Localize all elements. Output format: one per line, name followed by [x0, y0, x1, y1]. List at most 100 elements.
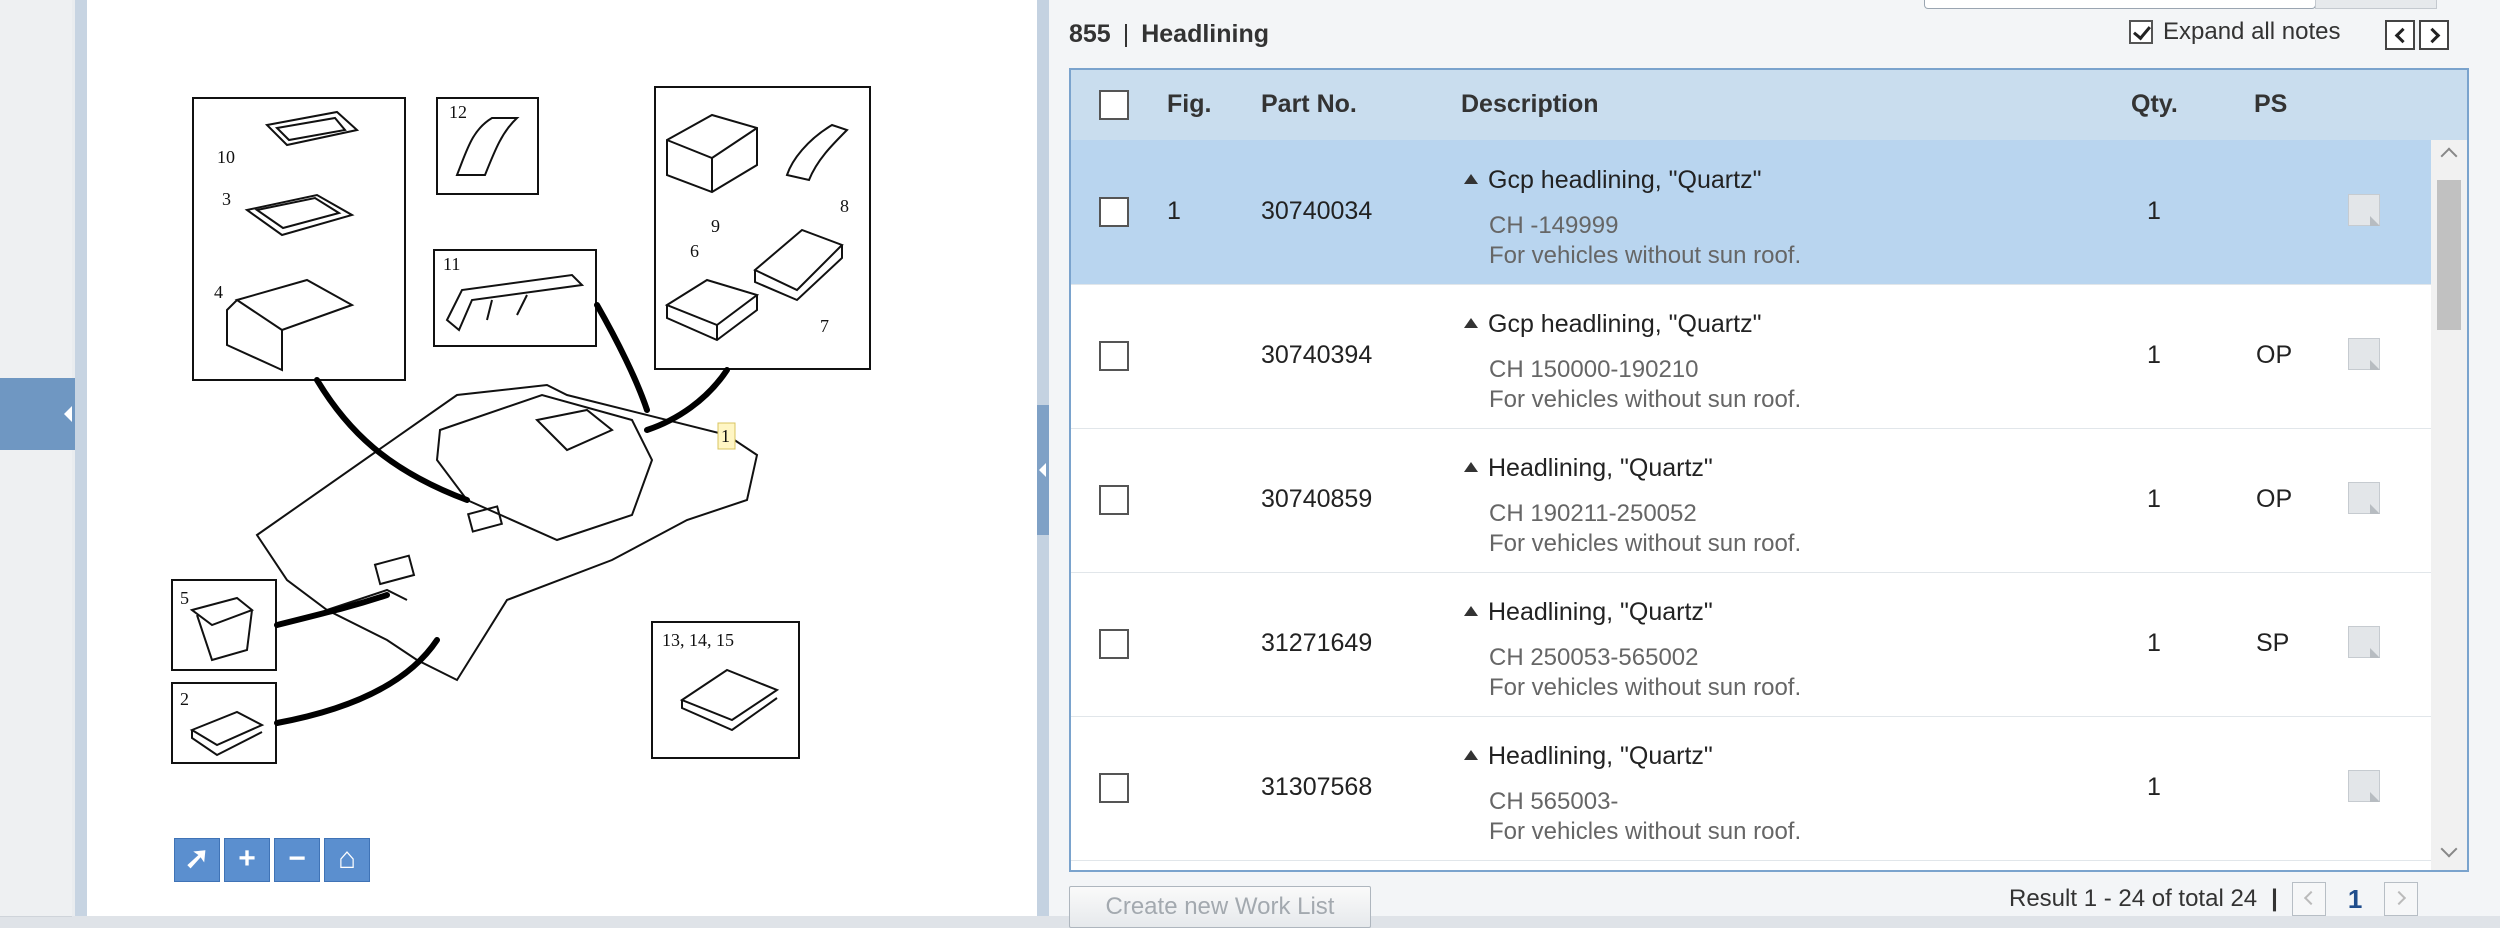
- row-ps: OP: [2256, 485, 2293, 513]
- create-work-list-button[interactable]: Create new Work List: [1069, 886, 1371, 928]
- sidebar-cell[interactable]: [0, 695, 72, 751]
- sidebar-cell[interactable]: [0, 205, 72, 261]
- expand-triangle-icon[interactable]: [1464, 750, 1478, 760]
- row-part-no: 31271649: [1261, 629, 1373, 657]
- row-note: For vehicles without sun roof.: [1489, 386, 1802, 413]
- table-row[interactable]: 31271649 Headlining, "Quartz" CH 250053-…: [1071, 572, 2431, 717]
- row-description[interactable]: Gcp headlining, "Quartz": [1464, 310, 1761, 339]
- scroll-down-icon[interactable]: [2440, 840, 2458, 858]
- callout-3: 3: [222, 189, 231, 209]
- left-sidebar: [0, 0, 87, 917]
- row-checkbox[interactable]: [1099, 485, 1129, 515]
- table-scrollbar[interactable]: [2431, 140, 2467, 870]
- expand-triangle-icon[interactable]: [1464, 318, 1478, 328]
- col-fig[interactable]: Fig.: [1167, 90, 1211, 119]
- callout-4: 4: [214, 282, 223, 302]
- title-separator: |: [1122, 20, 1130, 48]
- note-icon[interactable]: [2348, 482, 2380, 514]
- scroll-up-icon[interactable]: [2440, 147, 2458, 165]
- row-qty: 1: [2147, 341, 2161, 369]
- col-part-no[interactable]: Part No.: [1261, 90, 1357, 119]
- row-description[interactable]: Headlining, "Quartz": [1464, 598, 1713, 627]
- next-page-icon[interactable]: [2384, 882, 2419, 916]
- col-qty[interactable]: Qty.: [2131, 90, 2178, 119]
- col-description[interactable]: Description: [1461, 90, 1599, 119]
- chevron-right-icon[interactable]: [2419, 20, 2449, 50]
- row-checkbox[interactable]: [1099, 773, 1129, 803]
- row-qty: 1: [2147, 773, 2161, 801]
- sidebar-cell[interactable]: [0, 575, 72, 636]
- callout-12: 12: [449, 102, 467, 122]
- expand-notes-toggle[interactable]: Expand all notes: [2129, 18, 2340, 46]
- diagram-toolbar: ➚ + − ⌂: [174, 838, 370, 882]
- prev-page-icon[interactable]: [2291, 882, 2326, 916]
- chevron-left-icon[interactable]: [2385, 20, 2415, 50]
- callout-6: 6: [690, 241, 699, 261]
- current-page[interactable]: 1: [2348, 884, 2362, 915]
- zoom-in-icon[interactable]: +: [224, 838, 270, 882]
- splitter-collapse-tab[interactable]: [1037, 405, 1049, 535]
- sidebar-cell[interactable]: [0, 810, 72, 917]
- row-part-no: 30740859: [1261, 485, 1373, 513]
- table-row[interactable]: 31307568 Headlining, "Quartz" CH 565003-…: [1071, 716, 2431, 861]
- sidebar-cell[interactable]: [0, 0, 72, 41]
- sidebar-cell[interactable]: [0, 40, 72, 96]
- row-checkbox[interactable]: [1099, 629, 1129, 659]
- sidebar-cell[interactable]: [0, 95, 72, 151]
- row-description[interactable]: Headlining, "Quartz": [1464, 454, 1713, 483]
- detail-box-10-3-4: [192, 97, 406, 381]
- expand-notes-checkbox[interactable]: [2129, 20, 2153, 44]
- collapse-arrow-icon: [64, 406, 72, 422]
- row-part-name: Gcp headlining, "Quartz": [1488, 166, 1762, 194]
- zoom-out-icon[interactable]: −: [274, 838, 320, 882]
- row-chassis-range: CH 250053-565002: [1489, 644, 1699, 671]
- sidebar-collapse-tab[interactable]: [0, 378, 75, 450]
- row-description[interactable]: Headlining, "Quartz": [1464, 742, 1713, 771]
- sidebar-cell[interactable]: [0, 750, 72, 811]
- row-chassis-range: CH -149999: [1489, 212, 1619, 239]
- figure-panel: 10 3 4 12 11 9 8 6 7 1 5 2 13, 14, 15 ➚ …: [87, 0, 1037, 916]
- row-description[interactable]: Gcp headlining, "Quartz": [1464, 166, 1761, 195]
- note-icon[interactable]: [2348, 194, 2380, 226]
- note-icon[interactable]: [2348, 770, 2380, 802]
- callout-11: 11: [443, 254, 460, 274]
- expand-triangle-icon[interactable]: [1464, 174, 1478, 184]
- row-part-name: Headlining, "Quartz": [1488, 454, 1713, 482]
- search-buttons[interactable]: [2315, 0, 2437, 9]
- row-note: For vehicles without sun roof.: [1489, 818, 1802, 845]
- expand-triangle-icon[interactable]: [1464, 462, 1478, 472]
- note-icon[interactable]: [2348, 338, 2380, 370]
- table-body: 1 30740034 Gcp headlining, "Quartz" CH -…: [1071, 140, 2431, 870]
- row-ps: OP: [2256, 341, 2293, 369]
- table-row[interactable]: 1 30740034 Gcp headlining, "Quartz" CH -…: [1071, 140, 2431, 285]
- sidebar-cell[interactable]: [0, 450, 72, 516]
- col-ps[interactable]: PS: [2254, 90, 2287, 119]
- row-part-name: Headlining, "Quartz": [1488, 742, 1713, 770]
- row-qty: 1: [2147, 629, 2161, 657]
- row-checkbox[interactable]: [1099, 341, 1129, 371]
- sidebar-cell[interactable]: [0, 320, 72, 379]
- sidebar-cell[interactable]: [0, 260, 72, 321]
- sidebar-edge: [75, 0, 87, 916]
- callout-8: 8: [840, 196, 849, 216]
- row-fig: 1: [1167, 197, 1181, 225]
- parts-diagram[interactable]: 10 3 4 12 11 9 8 6 7 1 5 2 13, 14, 15: [87, 0, 1037, 916]
- table-row[interactable]: 30740394 Gcp headlining, "Quartz" CH 150…: [1071, 284, 2431, 429]
- search-input[interactable]: [1924, 0, 2316, 9]
- pager-divider: |: [2271, 885, 2278, 912]
- select-all-checkbox[interactable]: [1099, 90, 1129, 120]
- expand-triangle-icon[interactable]: [1464, 606, 1478, 616]
- row-part-name: Gcp headlining, "Quartz": [1488, 310, 1762, 338]
- panel-splitter[interactable]: [1037, 0, 1049, 916]
- row-note: For vehicles without sun roof.: [1489, 530, 1802, 557]
- pointer-icon[interactable]: ➚: [174, 838, 220, 882]
- note-icon[interactable]: [2348, 626, 2380, 658]
- sidebar-cell[interactable]: [0, 150, 72, 206]
- table-row[interactable]: 30740859 Headlining, "Quartz" CH 190211-…: [1071, 428, 2431, 573]
- sidebar-cell[interactable]: [0, 635, 72, 696]
- sidebar-cell[interactable]: [0, 515, 72, 576]
- scroll-thumb[interactable]: [2437, 180, 2461, 330]
- home-icon[interactable]: ⌂: [324, 838, 370, 882]
- row-checkbox[interactable]: [1099, 197, 1129, 227]
- callout-13-14-15: 13, 14, 15: [662, 630, 734, 650]
